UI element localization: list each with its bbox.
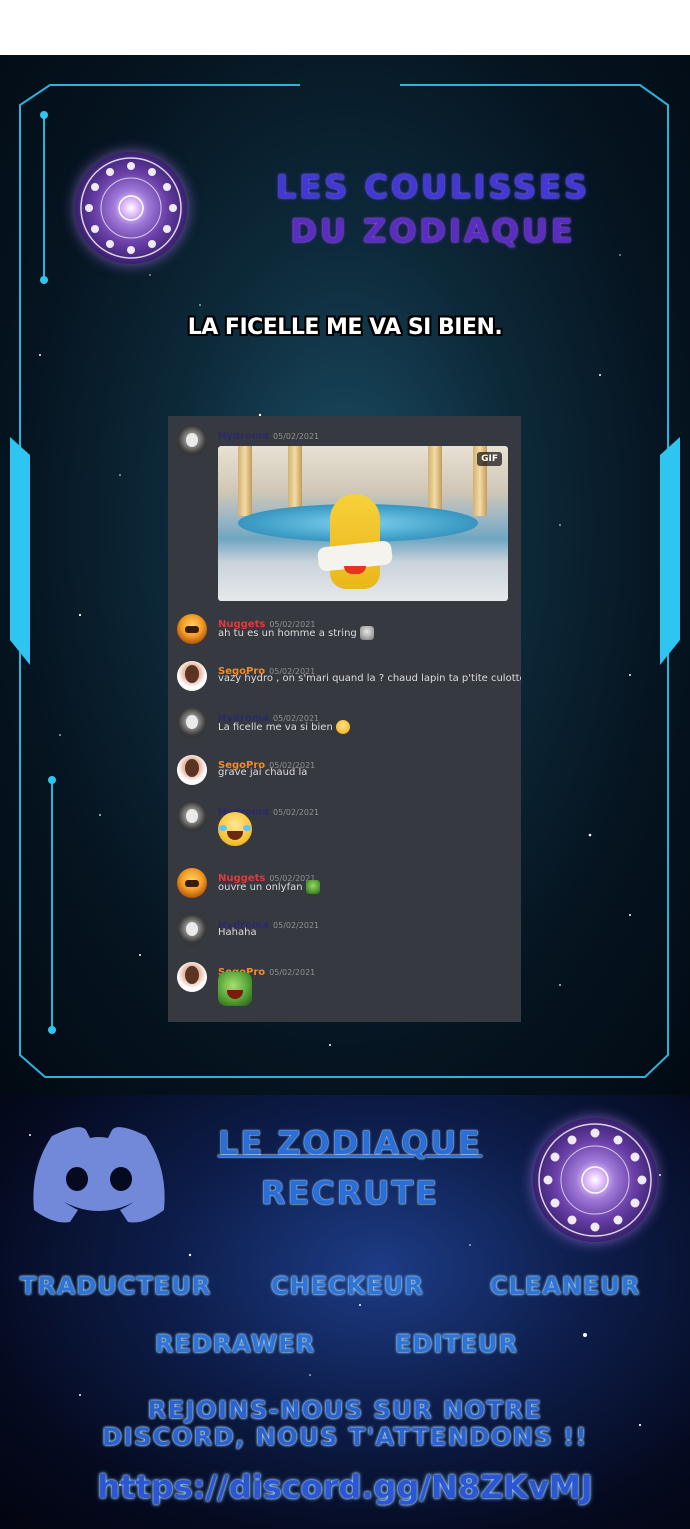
message-text: vazy hydro , on s'mari quand la ? chaud … bbox=[218, 673, 521, 684]
gif-attachment[interactable]: GIF bbox=[218, 446, 508, 601]
avatar bbox=[177, 962, 207, 992]
message-author: Hydroma bbox=[218, 431, 270, 442]
laughing-emoji-icon bbox=[218, 812, 252, 846]
moai-emoji-icon bbox=[359, 626, 374, 640]
discord-chat-panel: Hydroma 05/02/2021 GIF Nuggets 05/02/2021 … bbox=[168, 416, 521, 1022]
message-text: ah tu es un homme a string bbox=[218, 628, 357, 639]
recruit-title-line1: LE ZODIAQUE bbox=[217, 1124, 483, 1162]
gif-badge: GIF bbox=[477, 452, 502, 466]
avatar bbox=[177, 708, 207, 738]
zodiac-wheel-icon bbox=[75, 152, 187, 264]
avatar bbox=[177, 426, 207, 456]
join-text-line1: REJOINS-NOUS SUR NOTRE bbox=[147, 1396, 543, 1424]
page: LES COULISSES DU ZODIAQUE LA FICELLE ME … bbox=[0, 0, 690, 1529]
site-title-line1: LES COULISSES bbox=[276, 168, 590, 206]
avatar bbox=[177, 868, 207, 898]
site-title-line2: DU ZODIAQUE bbox=[290, 212, 576, 250]
message-text: grave jai chaud la bbox=[218, 767, 308, 778]
pepe-emoji-icon bbox=[218, 972, 252, 1006]
avatar bbox=[177, 755, 207, 785]
message-timestamp: 05/02/2021 bbox=[273, 432, 320, 441]
message-timestamp: 05/02/2021 bbox=[273, 808, 320, 817]
discord-logo-icon bbox=[33, 1127, 165, 1223]
avatar bbox=[177, 661, 207, 691]
avatar bbox=[177, 915, 207, 945]
message-text: Hahaha bbox=[218, 927, 257, 938]
recruit-title-line2: RECRUTE bbox=[260, 1174, 440, 1212]
discord-invite-link[interactable]: https://discord.gg/N8ZKvMJ bbox=[0, 1468, 690, 1506]
message-timestamp: 05/02/2021 bbox=[269, 968, 316, 977]
message-text: ouvre un onlyfan bbox=[218, 882, 303, 893]
role-redrawer: REDRAWER bbox=[155, 1330, 316, 1358]
avatar bbox=[177, 614, 207, 644]
role-cleaneur: CLEANEUR bbox=[490, 1272, 641, 1300]
role-traducteur: TRADUCTEUR bbox=[20, 1272, 212, 1300]
message-text: La ficelle me va si bien bbox=[218, 722, 333, 733]
join-text-line2: DISCORD, NOUS T'ATTENDONS !! bbox=[102, 1423, 588, 1451]
zodiac-wheel-icon bbox=[533, 1118, 657, 1242]
role-editeur: EDITEUR bbox=[395, 1330, 518, 1358]
laughing-emoji-icon bbox=[335, 720, 350, 734]
avatar bbox=[177, 802, 207, 832]
pepe-emoji-icon bbox=[305, 880, 320, 894]
message-timestamp: 05/02/2021 bbox=[273, 921, 320, 930]
message-item: Hydroma 05/02/2021 GIF bbox=[168, 424, 521, 614]
role-checkeur: CHECKEUR bbox=[271, 1272, 424, 1300]
page-caption: LA FICELLE ME VA SI BIEN. bbox=[187, 315, 503, 340]
